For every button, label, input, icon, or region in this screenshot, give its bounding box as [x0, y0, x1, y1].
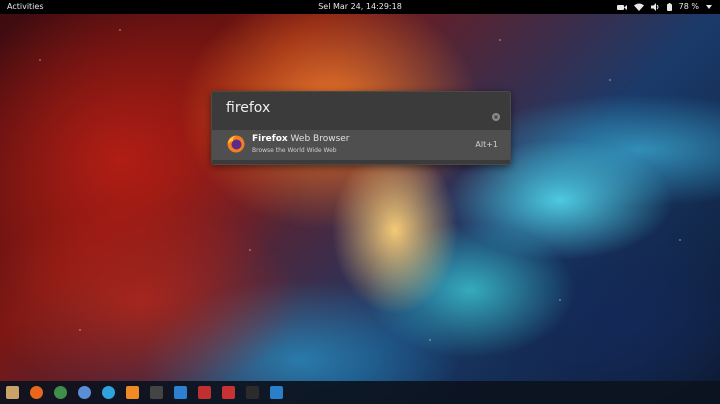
- result-app-description: Browse the World Wide Web: [252, 147, 337, 154]
- battery-percent: 78 %: [678, 2, 699, 11]
- search-input[interactable]: firefox: [226, 100, 270, 116]
- clear-search-icon[interactable]: [492, 106, 500, 121]
- terminal-icon[interactable]: [246, 386, 259, 399]
- clock[interactable]: Sel Mar 24, 14:29:18: [0, 0, 720, 14]
- chrome-icon[interactable]: [54, 386, 67, 399]
- vm-icon[interactable]: [270, 386, 283, 399]
- search-entry[interactable]: firefox: [212, 92, 510, 128]
- camera-icon: [616, 4, 627, 11]
- app-icon[interactable]: [174, 386, 187, 399]
- system-tray[interactable]: 78 %: [616, 0, 712, 14]
- system-menu-arrow-icon: [706, 5, 712, 9]
- result-app-name: Firefox Web Browser: [252, 134, 350, 144]
- chromium-icon[interactable]: [78, 386, 91, 399]
- wifi-icon: [633, 3, 644, 11]
- wallpaper-stars: [0, 0, 720, 404]
- inkscape-icon[interactable]: [150, 386, 163, 399]
- firefox-icon[interactable]: [30, 386, 43, 399]
- battery-icon: [666, 3, 672, 11]
- screenshot-icon[interactable]: [198, 386, 211, 399]
- volume-icon: [650, 3, 660, 11]
- firefox-icon: [227, 135, 245, 153]
- result-shortcut: Alt+1: [475, 140, 498, 149]
- files-icon[interactable]: [6, 386, 19, 399]
- search-panel: firefox Firefox Web Browser Browse the W…: [211, 91, 511, 165]
- top-bar: Activities Sel Mar 24, 14:29:18 78 %: [0, 0, 720, 14]
- dock: [0, 381, 720, 404]
- sublime-icon[interactable]: [126, 386, 139, 399]
- search-result-firefox[interactable]: Firefox Web Browser Browse the World Wid…: [212, 130, 510, 160]
- telegram-icon[interactable]: [102, 386, 115, 399]
- sheets-icon[interactable]: [222, 386, 235, 399]
